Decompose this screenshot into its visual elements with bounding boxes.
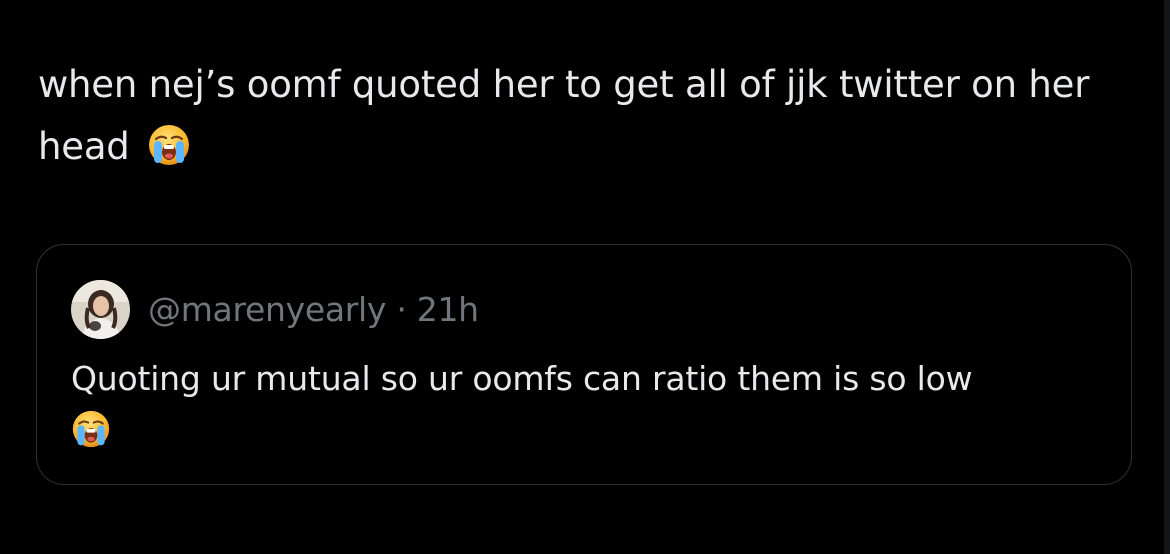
quoted-tweet-body: Quoting ur mutual so ur oomfs can ratio …	[71, 351, 1101, 466]
avatar[interactable]	[71, 279, 130, 339]
quoted-tweet-meta: @marenyearly · 21h	[148, 290, 479, 329]
author-handle[interactable]: @marenyearly	[148, 290, 386, 329]
quoted-tweet-card[interactable]: @marenyearly · 21h Quoting ur mutual so …	[36, 244, 1132, 485]
loudly-crying-face-icon	[147, 123, 191, 186]
tweet-body: when nej’s oomf quoted her to get all of…	[38, 54, 1128, 186]
quoted-tweet-header: @marenyearly · 21h	[71, 279, 479, 339]
timestamp[interactable]: 21h	[417, 290, 479, 329]
tweet-text: when nej’s oomf quoted her to get all of…	[38, 63, 1090, 168]
quoted-tweet-text: Quoting ur mutual so ur oomfs can ratio …	[71, 359, 973, 398]
loudly-crying-face-icon	[71, 409, 1101, 466]
scroll-edge	[1164, 0, 1170, 554]
meta-separator: ·	[396, 289, 407, 329]
